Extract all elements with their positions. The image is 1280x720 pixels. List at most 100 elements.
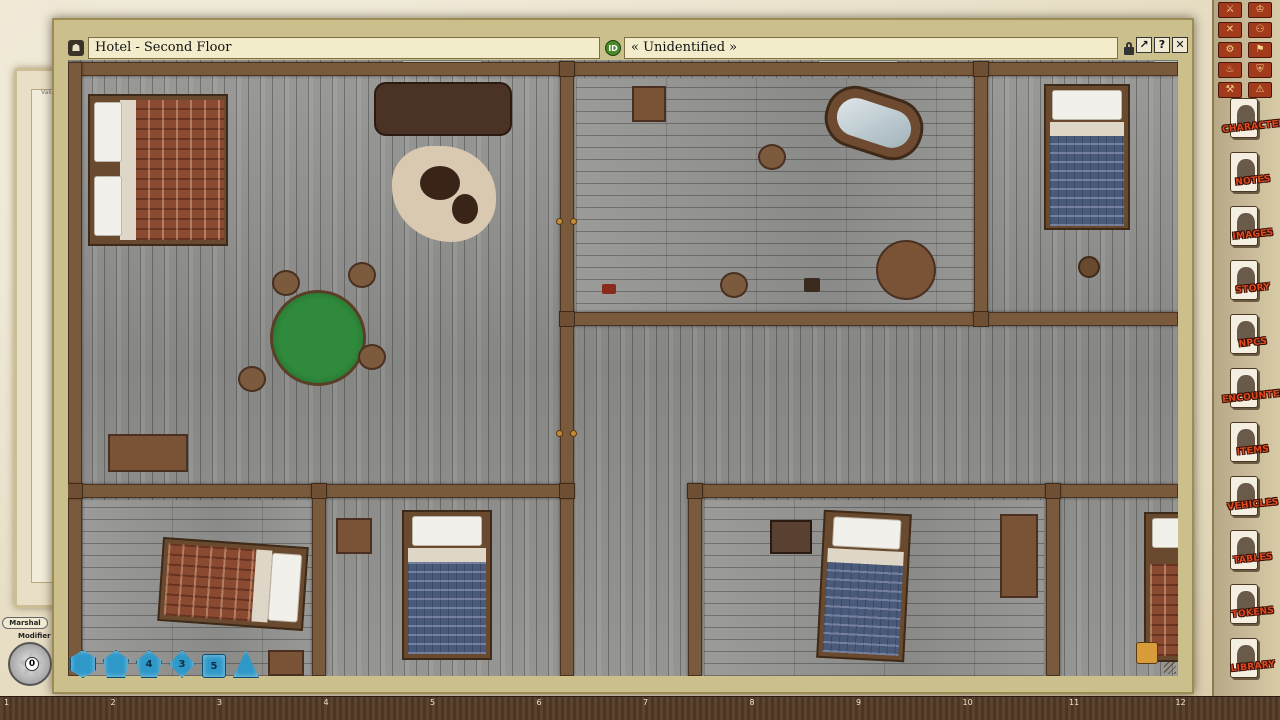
identity-field[interactable]: « Unidentified » — [624, 37, 1118, 59]
sidebar-button-items[interactable]: ITEMS — [1230, 422, 1280, 472]
ruler-tick-label: 7 — [643, 698, 649, 707]
ruler-tick-label: 5 — [430, 698, 436, 707]
single-bed — [1044, 84, 1130, 230]
d8-die[interactable]: 3 — [169, 650, 195, 678]
single-bed — [1144, 512, 1178, 662]
share-button[interactable]: ↗ — [1136, 37, 1152, 53]
ruler-tick-label: 10 — [962, 698, 973, 707]
ruler-tick-label: 4 — [323, 698, 329, 707]
post — [973, 311, 989, 327]
single-bed — [402, 510, 492, 660]
tool-button-icon[interactable]: ⚙ — [1218, 42, 1242, 58]
stool — [1078, 256, 1100, 278]
modifier-value: 0 — [25, 657, 39, 671]
sidebar-button-tokens[interactable]: TOKENS — [1230, 584, 1280, 634]
sidebar-button-npcs[interactable]: NPCS — [1230, 314, 1280, 364]
sidebar-button-encounters[interactable]: ENCOUNTERS — [1222, 368, 1280, 418]
tool-button-icon[interactable]: ⛨ — [1248, 62, 1272, 78]
ruler-tick-label: 9 — [856, 698, 862, 707]
chair — [348, 262, 376, 288]
map-window[interactable]: ☗ Hotel - Second Floor ID « Unidentified… — [52, 18, 1194, 694]
tool-button-icon[interactable]: ⚇ — [1248, 22, 1272, 38]
map-title-field[interactable]: Hotel - Second Floor — [88, 37, 600, 59]
sofa — [374, 82, 512, 136]
sidebar-button-story[interactable]: STORY — [1230, 260, 1280, 310]
map-options-icon[interactable] — [1136, 642, 1158, 664]
tool-button-icon[interactable]: ♔ — [1248, 2, 1272, 18]
d20-die[interactable] — [70, 650, 96, 678]
map-canvas[interactable] — [68, 60, 1178, 676]
post — [973, 61, 989, 77]
sidebar-button-images[interactable]: IMAGES — [1230, 206, 1280, 256]
trunk — [770, 520, 812, 554]
chair — [720, 272, 748, 298]
resize-grip[interactable] — [1164, 662, 1176, 674]
ruler-tick-label: 6 — [536, 698, 542, 707]
wall-west — [68, 62, 82, 676]
wall-central — [560, 62, 574, 676]
sidebar-button-vehicles[interactable]: VEHICLES — [1227, 476, 1280, 526]
sidebar-button-library[interactable]: LIBRARY — [1230, 638, 1280, 688]
post — [68, 483, 83, 499]
post — [687, 483, 703, 499]
post — [1045, 483, 1061, 499]
poker-table — [270, 290, 366, 386]
ruler-tick-label: 8 — [749, 698, 755, 707]
boots — [804, 278, 820, 292]
post — [559, 61, 575, 77]
wall-east-corridor — [574, 312, 1178, 326]
close-button[interactable]: ✕ — [1172, 37, 1188, 53]
single-bed — [816, 509, 912, 663]
tool-button-icon[interactable]: ⚔ — [1218, 2, 1242, 18]
washstand — [876, 240, 936, 300]
chair — [272, 270, 300, 296]
d4-die[interactable] — [233, 650, 259, 678]
door-knob — [556, 430, 563, 437]
dresser — [1000, 514, 1038, 598]
tool-button-icon[interactable]: ♨ — [1218, 62, 1242, 78]
lock-icon[interactable] — [1124, 42, 1134, 55]
ruler: 1 2 3 4 5 6 7 8 9 10 11 12 — [0, 696, 1280, 720]
double-bed — [157, 537, 309, 631]
door-knob — [570, 218, 577, 225]
identified-toggle-icon[interactable]: ID — [605, 40, 621, 56]
wall-divider-lower-right — [688, 484, 702, 676]
sidebar-button-tables[interactable]: TABLES — [1230, 530, 1280, 580]
sidebar-button-characters[interactable]: CHARACTERS — [1222, 98, 1280, 148]
image-type-icon[interactable]: ☗ — [68, 40, 84, 56]
chair — [238, 366, 266, 392]
bottle — [602, 284, 616, 294]
d6-die[interactable]: 5 — [202, 654, 226, 678]
modifier-label: Modifier — [18, 632, 51, 640]
wall-divider-bottom — [312, 484, 326, 676]
d12-die[interactable] — [103, 650, 129, 678]
ruler-tick-label: 3 — [217, 698, 223, 707]
cowhide-rug — [392, 146, 496, 242]
wall-south-east — [688, 484, 1178, 498]
door-knob — [556, 218, 563, 225]
dice-tray: 435 — [70, 650, 259, 678]
sidebar: ⚔♔✕⚇⚙⚑♨⛨⚒⚠☼ CHARACTERSNOTESIMAGESSTORYNP… — [1212, 0, 1280, 696]
chair — [758, 144, 786, 170]
post — [559, 311, 575, 327]
sidebar-button-notes[interactable]: NOTES — [1230, 152, 1280, 202]
tool-button-icon[interactable]: ⚑ — [1248, 42, 1272, 58]
wall-north — [68, 62, 1178, 76]
modifier-badge[interactable]: 0 — [8, 642, 52, 686]
door-knob — [570, 430, 577, 437]
tool-button-icon[interactable]: ✕ — [1218, 22, 1242, 38]
chest — [268, 650, 304, 676]
ruler-tick-label: 1 — [4, 698, 10, 707]
help-button[interactable]: ? — [1154, 37, 1170, 53]
tool-button-icon[interactable]: ⚠ — [1248, 82, 1272, 98]
desk — [108, 434, 188, 472]
wall-east-room — [974, 62, 988, 318]
ruler-tick-label: 11 — [1069, 698, 1080, 707]
nightstand — [336, 518, 372, 554]
side-table — [632, 86, 666, 122]
d10-die[interactable]: 4 — [136, 650, 162, 678]
chair — [358, 344, 386, 370]
player-name-tag[interactable]: Marshal — [2, 617, 48, 629]
double-bed — [88, 94, 228, 246]
tool-button-icon[interactable]: ⚒ — [1218, 82, 1242, 98]
